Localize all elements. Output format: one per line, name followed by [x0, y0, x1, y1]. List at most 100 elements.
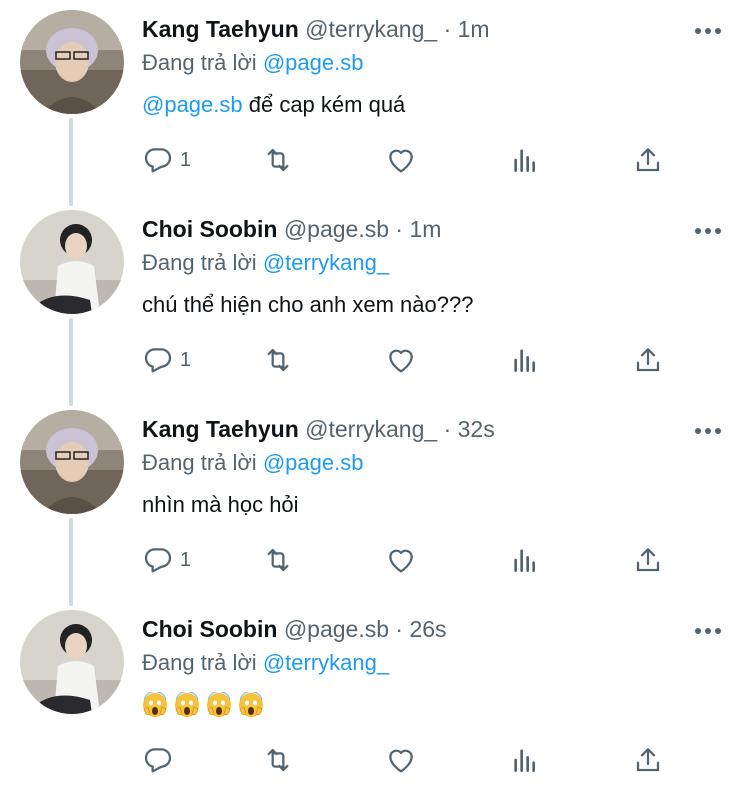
- timestamp[interactable]: 1m: [409, 216, 441, 242]
- tweet-content: Choi Soobin @page.sb · 26s Đang trả lời …: [142, 614, 730, 720]
- analytics-bars-icon: [514, 549, 535, 572]
- reply-count: 1: [180, 149, 192, 171]
- share-upload-icon: [636, 348, 660, 372]
- like-button[interactable]: [385, 144, 417, 176]
- author-name[interactable]: Kang Taehyun: [142, 16, 299, 42]
- tweet-text: chú thể hiện cho anh xem nào???: [142, 292, 474, 317]
- analytics-bars-icon: [514, 349, 535, 372]
- timestamp[interactable]: 32s: [458, 416, 495, 442]
- heart-icon: [389, 749, 413, 773]
- heart-icon: [389, 349, 413, 373]
- tweet-actions: 1: [142, 344, 662, 376]
- share-button[interactable]: [632, 144, 664, 176]
- replying-to-mention[interactable]: @terrykang_: [263, 250, 389, 275]
- screaming-face-emoji: [207, 692, 231, 717]
- replying-to-label: Đang trả lời: [142, 50, 257, 75]
- tweet[interactable]: Choi Soobin @page.sb · 1m Đang trả lời @…: [0, 200, 750, 406]
- retweet-button[interactable]: [262, 544, 294, 576]
- replying-to-label: Đang trả lời: [142, 450, 257, 475]
- author-handle[interactable]: @terrykang_: [305, 16, 437, 42]
- replying-to-mention[interactable]: @page.sb: [263, 450, 364, 475]
- author-name[interactable]: Kang Taehyun: [142, 416, 299, 442]
- replying-to-label: Đang trả lời: [142, 250, 257, 275]
- timestamp[interactable]: 1m: [458, 16, 490, 42]
- separator-dot: ·: [443, 16, 452, 42]
- avatar[interactable]: [20, 610, 124, 714]
- reply-count: 1: [180, 549, 192, 571]
- tweet-header: Choi Soobin @page.sb · 26s: [142, 614, 730, 644]
- share-upload-icon: [636, 548, 660, 572]
- heart-icon: [389, 549, 413, 573]
- body-text: để cap kém quá: [242, 92, 406, 117]
- avatar-image: [20, 10, 124, 114]
- like-button[interactable]: [385, 544, 417, 576]
- more-dots-icon[interactable]: [694, 426, 722, 436]
- analytics-button[interactable]: [509, 544, 541, 576]
- analytics-button[interactable]: [509, 344, 541, 376]
- replying-to-label: Đang trả lời: [142, 650, 257, 675]
- analytics-button[interactable]: [509, 144, 541, 176]
- replying-to-mention[interactable]: @page.sb: [263, 50, 364, 75]
- more-dots-icon[interactable]: [694, 26, 722, 36]
- tweet-text: @page.sb để cap kém quá: [142, 90, 730, 120]
- body-mention[interactable]: @page.sb: [142, 92, 243, 117]
- like-button[interactable]: [385, 744, 417, 776]
- replying-to: Đang trả lời @page.sb: [142, 448, 730, 478]
- reply-button[interactable]: [142, 744, 180, 776]
- avatar[interactable]: [20, 210, 124, 314]
- analytics-bars-icon: [514, 749, 535, 772]
- author-handle[interactable]: @terrykang_: [305, 416, 437, 442]
- separator-dot: ·: [395, 616, 404, 642]
- share-upload-icon: [636, 748, 660, 772]
- share-button[interactable]: [632, 344, 664, 376]
- tweet[interactable]: Kang Taehyun @terrykang_ · 32s Đang trả …: [0, 400, 750, 606]
- screaming-face-emoji: [143, 692, 167, 717]
- reply-button[interactable]: 1: [142, 344, 191, 376]
- retweet-button[interactable]: [262, 144, 294, 176]
- avatar-image: [20, 210, 124, 314]
- like-button[interactable]: [385, 344, 417, 376]
- avatar[interactable]: [20, 410, 124, 514]
- reply-button[interactable]: 1: [142, 544, 191, 576]
- more-dots-icon[interactable]: [694, 626, 722, 636]
- thread-connector-line: [69, 118, 73, 206]
- reply-bubble-icon: [144, 748, 172, 773]
- replying-to: Đang trả lời @page.sb: [142, 48, 730, 78]
- tweet-actions: 1: [142, 544, 662, 576]
- author-name[interactable]: Choi Soobin: [142, 616, 277, 642]
- tweet-content: Kang Taehyun @terrykang_ · 1m Đang trả l…: [142, 14, 730, 120]
- share-button[interactable]: [632, 744, 664, 776]
- author-handle[interactable]: @page.sb: [284, 616, 389, 642]
- retweet-button[interactable]: [262, 344, 294, 376]
- tweet-text: nhìn mà học hỏi: [142, 492, 299, 517]
- tweet-thread: Kang Taehyun @terrykang_ · 1m Đang trả l…: [0, 0, 750, 799]
- share-button[interactable]: [632, 544, 664, 576]
- retweet-button[interactable]: [262, 744, 294, 776]
- author-handle[interactable]: @page.sb: [284, 216, 389, 242]
- reply-bubble-icon: [144, 548, 172, 573]
- tweet[interactable]: Kang Taehyun @terrykang_ · 1m Đang trả l…: [0, 0, 750, 206]
- analytics-bars-icon: [514, 149, 535, 172]
- reply-button[interactable]: 1: [142, 144, 191, 176]
- more-dots-icon[interactable]: [694, 226, 722, 236]
- timestamp[interactable]: 26s: [409, 616, 446, 642]
- reply-bubble-icon: [144, 148, 172, 173]
- avatar-image: [20, 610, 124, 714]
- avatar[interactable]: [20, 10, 124, 114]
- author-name[interactable]: Choi Soobin: [142, 216, 277, 242]
- tweet-actions: [142, 744, 662, 776]
- reply-bubble-icon: [144, 348, 172, 373]
- tweet-header: Choi Soobin @page.sb · 1m: [142, 214, 730, 244]
- reply-count: 1: [180, 349, 192, 371]
- retweet-icon: [267, 148, 289, 172]
- heart-icon: [389, 149, 413, 173]
- avatar-image: [20, 410, 124, 514]
- tweet-header: Kang Taehyun @terrykang_ · 1m: [142, 14, 730, 44]
- tweet-content: Kang Taehyun @terrykang_ · 32s Đang trả …: [142, 414, 730, 520]
- replying-to-mention[interactable]: @terrykang_: [263, 650, 389, 675]
- analytics-button[interactable]: [509, 744, 541, 776]
- screaming-face-emoji: [239, 692, 263, 717]
- screaming-face-emoji: [175, 692, 199, 717]
- separator-dot: ·: [443, 416, 452, 442]
- tweet[interactable]: Choi Soobin @page.sb · 26s Đang trả lời …: [0, 600, 750, 799]
